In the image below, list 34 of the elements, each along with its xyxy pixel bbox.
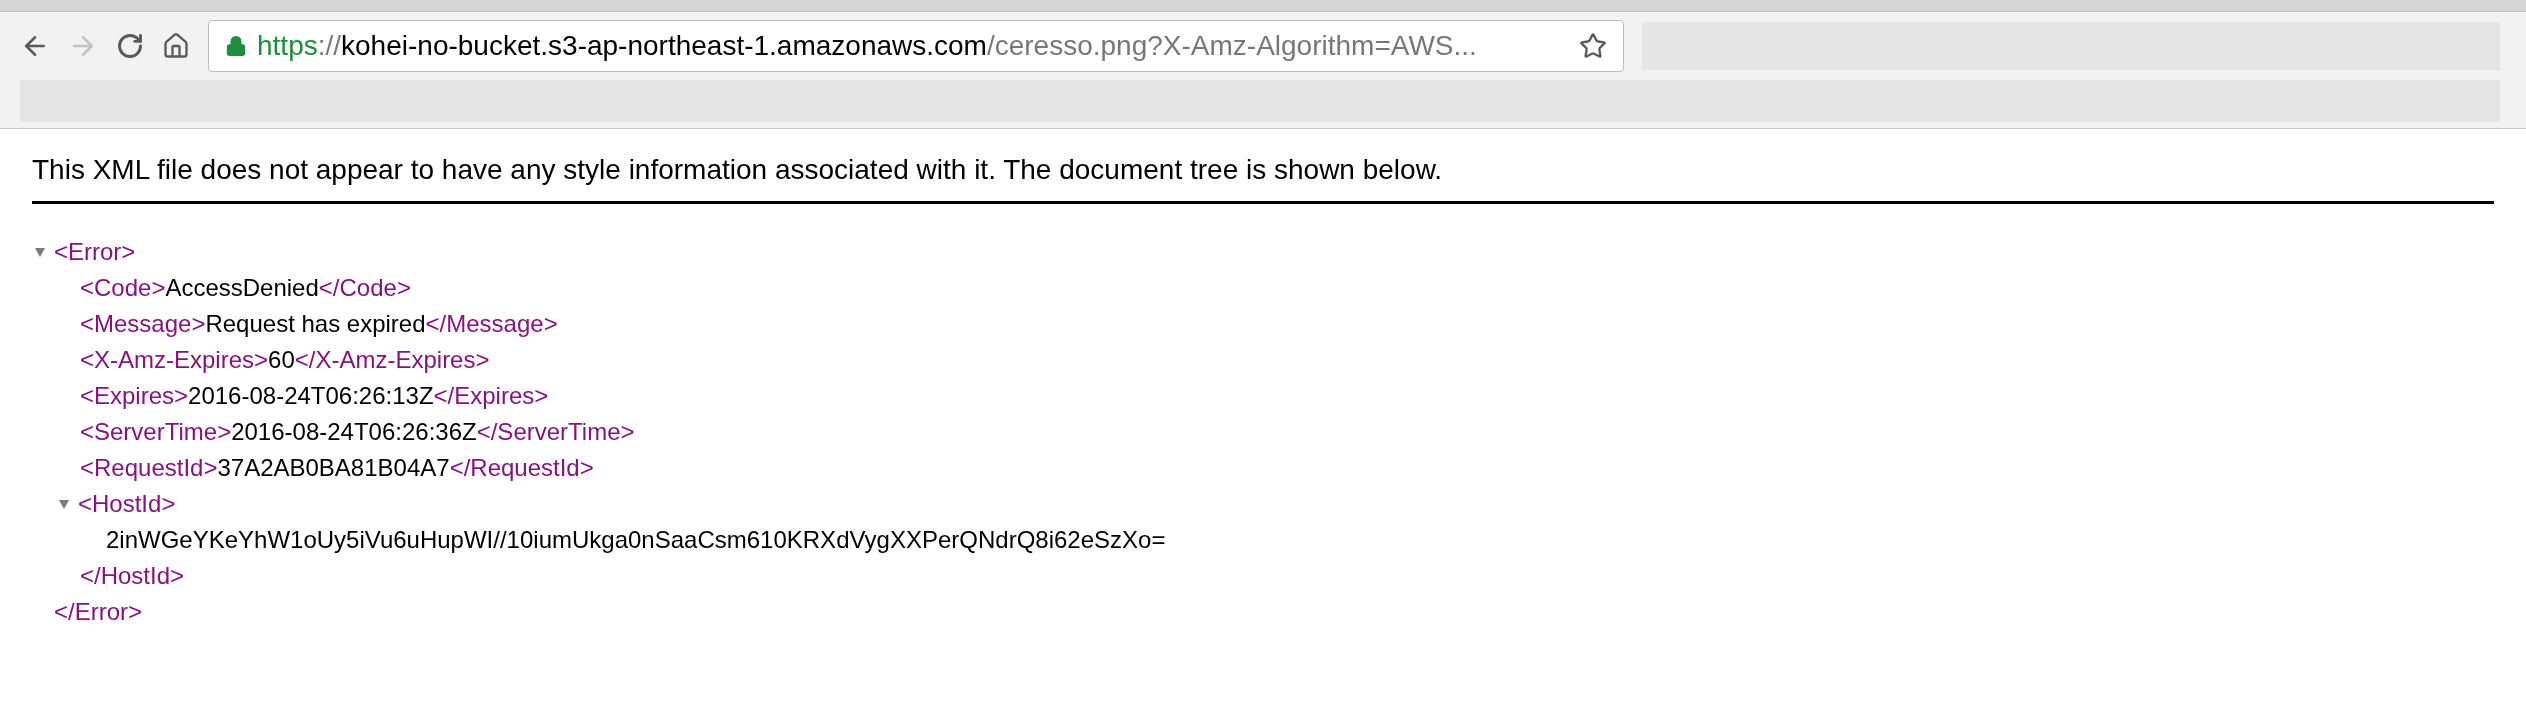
address-bar[interactable]: https://kohei-no-bucket.s3-ap-northeast-1.amazonaws.com/ceresso.png?X-Amz-Algorithm=AWS... xyxy=(208,20,1624,72)
url-path: /ceresso.png?X-Amz-Algorithm=AWS... xyxy=(986,29,1477,63)
expand-triangle-icon[interactable] xyxy=(58,498,70,510)
tag-text: Request has expired xyxy=(205,309,426,339)
home-icon[interactable] xyxy=(162,32,190,60)
open-tag: <Code> xyxy=(80,270,166,306)
expand-triangle-icon[interactable] xyxy=(34,246,46,258)
tag-text: 2016-08-24T06:26:36Z xyxy=(231,417,477,447)
tag-text: 37A2AB0BA81B04A7 xyxy=(217,453,450,483)
tag-text: 2016-08-24T06:26:13Z xyxy=(188,381,434,411)
open-tag: <HostId> xyxy=(78,486,176,522)
open-tag: <Error> xyxy=(54,234,136,270)
reload-icon[interactable] xyxy=(116,32,144,60)
tag-text: 2inWGeYKeYhW1oUy5iVu6uHupWI//10iumUkga0nSaaCsm610KRXdVygXXPerQNdrQ8i62eSzXo= xyxy=(106,525,1167,555)
open-tag: <X-Amz-Expires> xyxy=(80,342,269,378)
close-tag: </Code> xyxy=(318,270,411,306)
url-separator: :// xyxy=(317,29,342,63)
url-scheme: https xyxy=(257,29,318,63)
close-tag: </X-Amz-Expires> xyxy=(294,342,490,378)
close-tag: </Error> xyxy=(54,594,143,630)
close-tag: </ServerTime> xyxy=(476,414,635,450)
url-host: kohei-no-bucket.s3-ap-northeast-1.amazonaws.com xyxy=(341,29,987,63)
bookmark-star-icon[interactable] xyxy=(1579,32,1607,60)
close-tag: </RequestId> xyxy=(449,450,594,486)
close-tag: </Expires> xyxy=(433,378,549,414)
close-tag: </Message> xyxy=(425,306,558,342)
open-tag: <Message> xyxy=(80,306,206,342)
open-tag: <Expires> xyxy=(80,378,189,414)
close-tag: </HostId> xyxy=(80,558,185,594)
tag-text: 60 xyxy=(268,345,295,375)
open-tag: <ServerTime> xyxy=(80,414,232,450)
style-notice: This XML file does not appear to have any style information associated with it. The document tree is shown below. xyxy=(32,149,2494,204)
open-tag: <RequestId> xyxy=(80,450,218,486)
tag-text: AccessDenied xyxy=(165,273,319,303)
